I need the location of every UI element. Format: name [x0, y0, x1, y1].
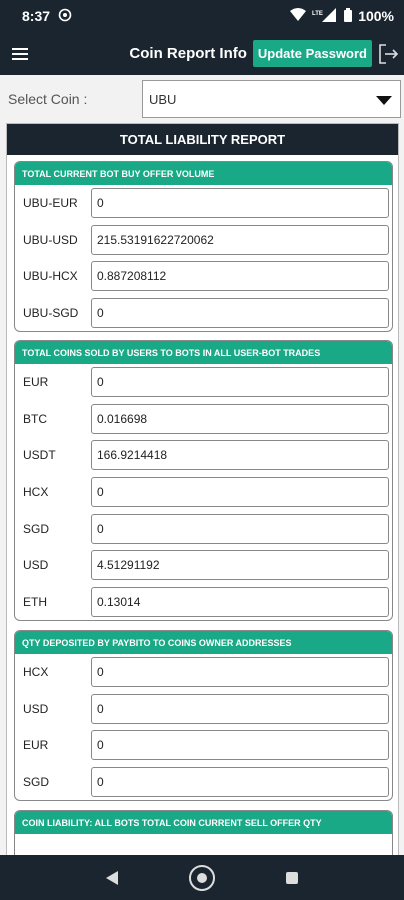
battery-percent: 100% [358, 8, 394, 24]
logout-button[interactable] [372, 32, 404, 75]
list-item: UBU-HCX 0.887208112 [15, 258, 392, 295]
section-coins-sold-to-bots: TOTAL COINS SOLD BY USERS TO BOTS IN ALL… [14, 340, 393, 622]
list-item: USD 4.51291192 [15, 547, 392, 584]
row-label: BTC [23, 411, 47, 426]
list-item: BTC 0.016698 [15, 401, 392, 438]
value-field[interactable]: 0 [91, 657, 389, 688]
row-label: USD [23, 558, 49, 573]
value-field[interactable]: 0.887208112 [91, 261, 389, 292]
menu-button[interactable] [0, 32, 40, 75]
signal-icon: LTE [312, 7, 338, 25]
coin-select-dropdown[interactable]: UBU [142, 80, 401, 118]
value-field[interactable]: 215.53191622720062 [91, 224, 389, 255]
hamburger-icon [12, 47, 28, 60]
status-bar: 8:37 LTE 100% [0, 0, 404, 32]
row-label: EUR [23, 738, 49, 753]
network-type: LTE [312, 11, 323, 17]
app-bar: Coin Report Info Update Password [0, 32, 404, 75]
system-nav-bar [0, 855, 404, 900]
list-item: UBU-SGD 0 [15, 295, 392, 332]
list-item: HCX 0 [15, 654, 392, 691]
section-title: TOTAL CURRENT BOT BUY OFFER VOLUME [15, 162, 392, 185]
list-item: ETH 0.13014 [15, 584, 392, 621]
liability-report-card[interactable]: TOTAL LIABILITY REPORT TOTAL CURRENT BOT… [6, 123, 399, 856]
list-item: UBU-EUR 0 [15, 185, 392, 222]
page-title: Coin Report Info [129, 45, 247, 62]
caret-down-icon [376, 96, 392, 105]
value-field[interactable]: 0 [91, 298, 389, 329]
coin-select-label: Select Coin : [8, 91, 88, 107]
list-item: SGD 0 [15, 510, 392, 547]
section-title: QTY DEPOSITED BY PAYBITO TO COINS OWNER … [15, 631, 392, 654]
value-field[interactable]: 4.51291192 [91, 550, 389, 581]
section-coin-liability: COIN LIABILITY: ALL BOTS TOTAL COIN CURR… [14, 810, 393, 855]
value-field[interactable]: 0 [91, 730, 389, 761]
home-icon[interactable] [188, 864, 215, 891]
coin-select-row: Select Coin : UBU [0, 78, 404, 120]
list-item: UBU-USD 215.53191622720062 [15, 222, 392, 259]
row-label: SGD [23, 775, 50, 790]
value-field[interactable]: 166.9214418 [91, 440, 389, 471]
row-label: UBU-USD [23, 232, 78, 247]
row-label: UBU-EUR [23, 196, 78, 211]
value-field[interactable]: 0 [91, 367, 389, 398]
logout-icon [379, 43, 399, 64]
battery-icon [344, 7, 353, 25]
list-item: HCX 0 [15, 474, 392, 511]
row-label: UBU-SGD [23, 306, 79, 321]
list-item: EUR 0 [15, 727, 392, 764]
wifi-icon [290, 7, 307, 25]
back-icon[interactable] [105, 870, 118, 885]
section-title: COIN LIABILITY: ALL BOTS TOTAL COIN CURR… [15, 811, 392, 834]
section-title: TOTAL COINS SOLD BY USERS TO BOTS IN ALL… [15, 341, 392, 364]
list-item: SGD 0 [15, 764, 392, 801]
clock: 8:37 [22, 8, 51, 24]
row-label: SGD [23, 521, 50, 536]
recent-apps-icon[interactable] [286, 871, 299, 884]
section-bot-buy-offer-volume: TOTAL CURRENT BOT BUY OFFER VOLUME UBU-E… [14, 161, 393, 333]
row-label: USD [23, 701, 49, 716]
list-item: USDT 166.9214418 [15, 437, 392, 474]
row-label: HCX [23, 485, 49, 500]
report-title: TOTAL LIABILITY REPORT [7, 124, 398, 155]
row-label: EUR [23, 375, 49, 390]
value-field[interactable]: 0 [91, 477, 389, 508]
list-item: USD 0 [15, 691, 392, 728]
value-field[interactable]: 0 [91, 188, 389, 219]
notification-icon [58, 8, 72, 25]
row-label: UBU-HCX [23, 269, 78, 284]
section-qty-deposited-by-paybito: QTY DEPOSITED BY PAYBITO TO COINS OWNER … [14, 630, 393, 802]
value-field[interactable]: 0 [91, 767, 389, 798]
list-item: EUR 0 [15, 364, 392, 401]
row-label: HCX [23, 665, 49, 680]
value-field[interactable]: 0.13014 [91, 586, 389, 617]
row-label: USDT [23, 448, 56, 463]
value-field[interactable]: 0.016698 [91, 403, 389, 434]
value-field[interactable]: 0 [91, 513, 389, 544]
value-field[interactable]: 0 [91, 693, 389, 724]
row-label: ETH [23, 594, 47, 609]
update-password-button[interactable]: Update Password [252, 40, 372, 67]
coin-select-value: UBU [149, 91, 177, 107]
